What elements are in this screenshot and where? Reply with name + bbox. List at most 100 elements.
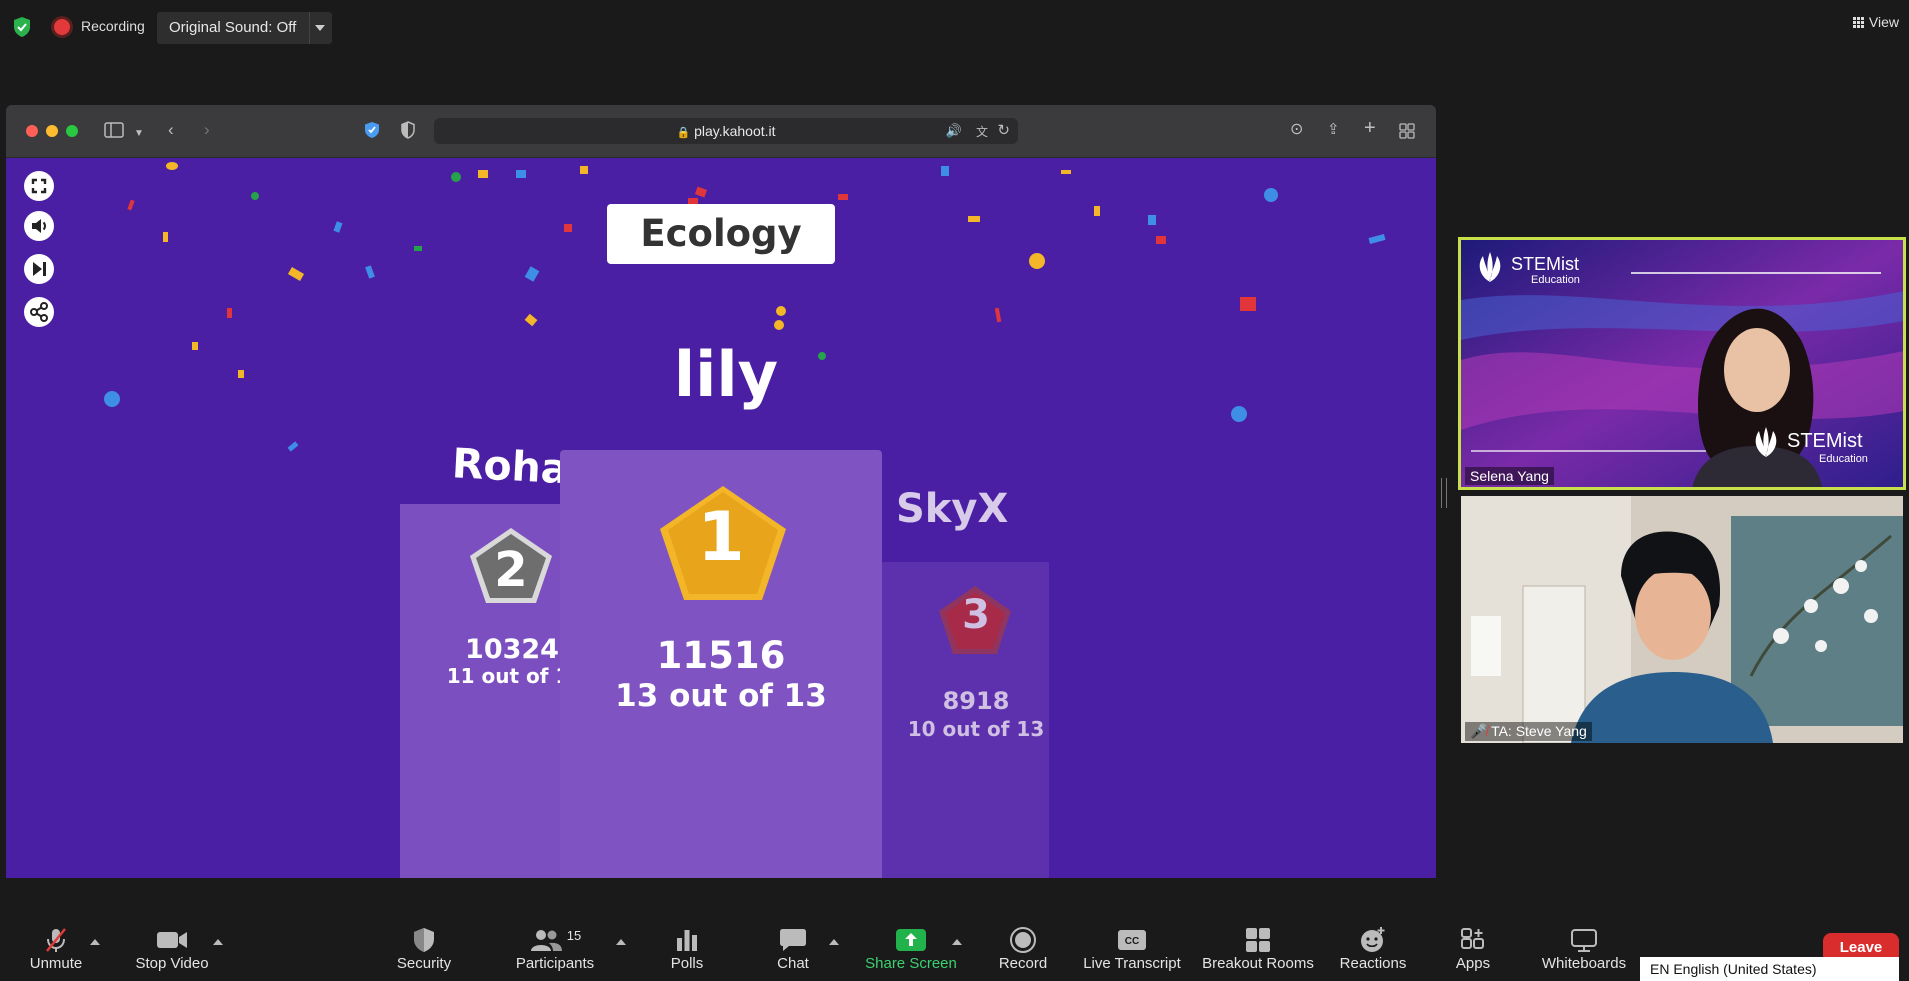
polls-label: Polls <box>670 955 704 972</box>
lock-icon: 🔒 <box>676 127 691 139</box>
chat-label: Chat <box>777 955 809 972</box>
url-text: play.kahoot.it <box>694 123 776 139</box>
chat-bubble-icon <box>780 929 806 951</box>
address-bar[interactable]: 🔒 play.kahoot.it 🔊 文 ↻ <box>434 118 1018 144</box>
close-window-button[interactable] <box>26 125 38 137</box>
confetti <box>104 391 120 407</box>
skip-next-icon <box>33 262 46 276</box>
video-tile-participant[interactable]: 🎤̸ TA: Steve Yang <box>1461 496 1903 743</box>
muted-mic-icon: 🎤̸ <box>1470 723 1488 739</box>
breakout-rooms-button[interactable]: Breakout Rooms <box>1200 925 1316 972</box>
confetti <box>524 313 538 327</box>
share-results-button[interactable] <box>24 297 54 327</box>
security-shield-icon[interactable] <box>12 16 32 38</box>
fullscreen-icon <box>31 178 47 194</box>
record-button[interactable]: Record <box>996 925 1050 972</box>
recording-label: Recording <box>81 18 145 34</box>
original-sound-label: Original Sound: Off <box>169 19 297 36</box>
shield-icon <box>414 928 434 952</box>
polls-icon <box>677 930 697 951</box>
confetti <box>838 194 848 200</box>
input-language-indicator[interactable]: EN English (United States) <box>1640 957 1899 981</box>
stemist-brand-text: STEMist <box>1787 430 1863 452</box>
svg-text:CC: CC <box>1125 936 1139 947</box>
reload-icon[interactable]: ↻ <box>997 121 1010 139</box>
confetti <box>163 232 168 242</box>
whiteboard-icon <box>1571 929 1597 952</box>
tab-overview-icon[interactable] <box>1399 123 1415 139</box>
share-screen-label: Share Screen <box>865 955 957 972</box>
chat-button[interactable]: Chat <box>772 925 814 972</box>
kahoot-podium-stage: Ecology lily Rohan 2 10324 11 out of 13 … <box>6 158 1436 878</box>
live-transcript-label: Live Transcript <box>1083 955 1181 972</box>
reactions-button[interactable]: Reactions <box>1338 925 1408 972</box>
fullscreen-button[interactable] <box>24 171 54 201</box>
sidebar-toggle-icon[interactable] <box>104 122 124 138</box>
third-place-name: SkyX <box>896 486 1009 532</box>
stemist-logo-icon <box>1755 427 1777 457</box>
chevron-down-icon[interactable]: ▼ <box>134 124 144 144</box>
muted-microphone-icon <box>46 928 66 952</box>
confetti <box>166 162 178 170</box>
confetti <box>414 246 422 251</box>
participant-name-label: Selena Yang <box>1465 467 1554 485</box>
browser-window: ▼ ‹ › 🔒 play.kahoot.it 🔊 文 ↻ ⊙ ⇪ + Ecolo… <box>6 105 1436 878</box>
resize-handle[interactable] <box>1441 478 1447 508</box>
speaker-icon[interactable]: 🔊 <box>946 123 962 139</box>
participants-button[interactable]: 15 Participants <box>512 925 598 973</box>
share-screen-icon <box>896 929 926 951</box>
new-tab-icon[interactable]: + <box>1364 118 1376 138</box>
apps-button[interactable]: Apps <box>1454 925 1492 972</box>
participant-name-label: 🎤̸ TA: Steve Yang <box>1465 722 1592 741</box>
zoom-top-bar: Recording Original Sound: Off View <box>0 0 1909 60</box>
chevron-up-icon[interactable] <box>829 939 839 945</box>
chevron-down-icon[interactable] <box>315 25 325 31</box>
minimize-window-button[interactable] <box>46 125 58 137</box>
unmute-button[interactable]: Unmute <box>24 925 88 972</box>
whiteboards-button[interactable]: Whiteboards <box>1538 925 1630 972</box>
confetti <box>564 224 572 232</box>
confetti <box>968 216 980 222</box>
grid-icon <box>1852 16 1864 28</box>
third-place-podium: 3 8918 10 out of 13 <box>881 562 1049 878</box>
security-button[interactable]: Security <box>394 925 454 972</box>
confetti <box>694 186 708 198</box>
chevron-up-icon[interactable] <box>616 939 626 945</box>
confetti <box>333 221 343 233</box>
polls-button[interactable]: Polls <box>662 925 712 972</box>
skip-button[interactable] <box>24 254 54 284</box>
maximize-window-button[interactable] <box>66 125 78 137</box>
first-place-score: 11516 <box>656 634 786 677</box>
chevron-up-icon[interactable] <box>90 939 100 945</box>
view-button[interactable]: View <box>1852 14 1899 30</box>
confetti <box>776 306 786 316</box>
third-place-rank: 3 <box>962 592 990 638</box>
share-icon <box>30 302 48 322</box>
video-tile-speaker[interactable]: STEMist Education STEMist Education Sele… <box>1458 237 1906 490</box>
live-transcript-button[interactable]: CC Live Transcript <box>1082 925 1182 972</box>
sound-button[interactable] <box>24 211 54 241</box>
chevron-up-icon[interactable] <box>213 939 223 945</box>
stemist-brand-subtext: Education <box>1819 453 1868 465</box>
second-place-score: 10324 <box>465 634 559 665</box>
share-screen-button[interactable]: Share Screen <box>864 925 958 972</box>
back-arrow-icon[interactable]: ‹ <box>168 120 174 140</box>
stop-video-button[interactable]: Stop Video <box>130 925 214 972</box>
third-place-score: 8918 <box>942 687 1010 715</box>
forward-arrow-icon[interactable]: › <box>204 120 210 140</box>
privacy-shield-icon[interactable] <box>364 121 380 139</box>
confetti <box>127 199 135 211</box>
share-icon[interactable]: ⇪ <box>1327 120 1340 140</box>
view-label: View <box>1868 14 1899 30</box>
shield-half-icon[interactable] <box>401 121 415 139</box>
confetti <box>774 320 784 330</box>
stemist-logo-icon <box>1479 252 1501 282</box>
confetti <box>1368 234 1386 244</box>
chevron-up-icon[interactable] <box>952 939 962 945</box>
confetti <box>192 342 198 350</box>
confetti <box>524 266 540 282</box>
original-sound-dropdown[interactable]: Original Sound: Off <box>157 12 332 44</box>
download-icon[interactable]: ⊙ <box>1290 120 1303 140</box>
translate-icon[interactable]: 文 <box>976 123 988 140</box>
participants-label: Participants <box>515 955 595 972</box>
